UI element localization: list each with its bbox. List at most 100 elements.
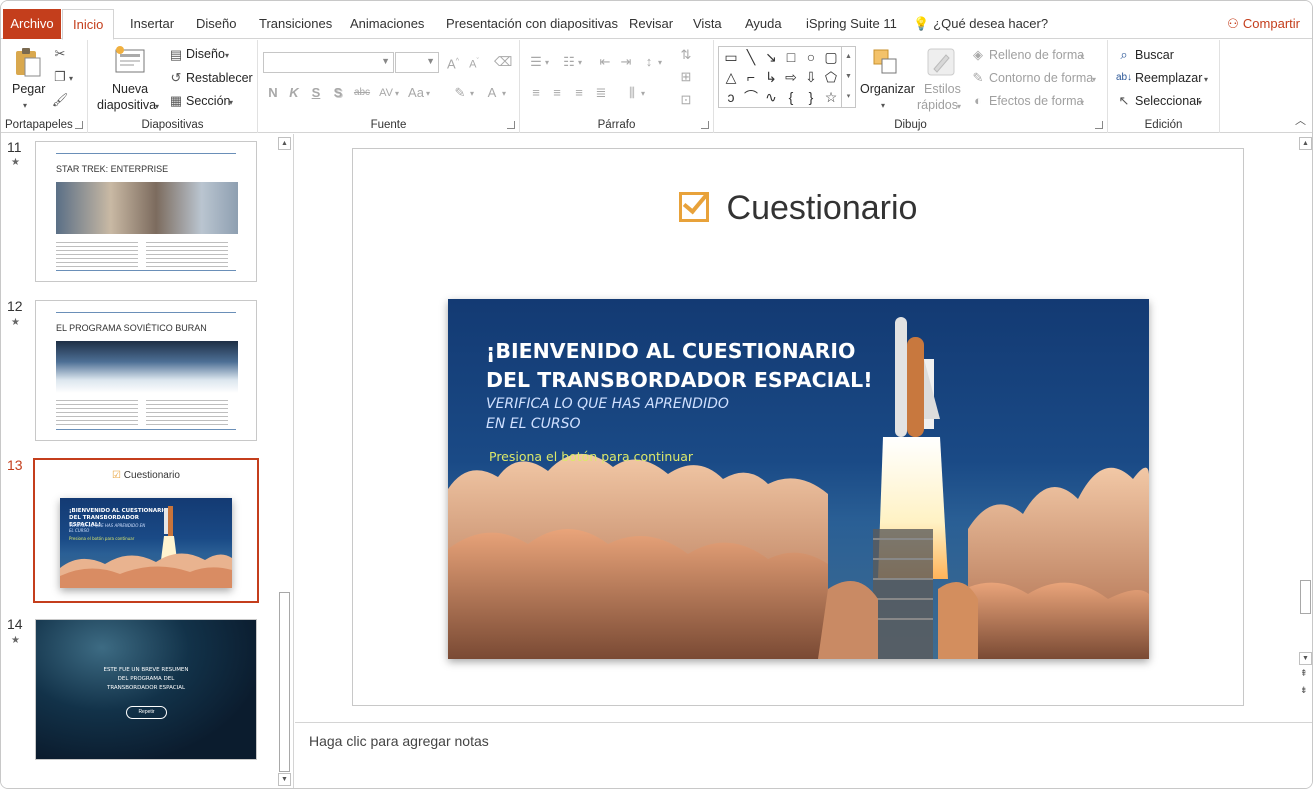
slide-thumbnail-12[interactable]: EL PROGRAMA SOVIÉTICO BURAN: [35, 300, 257, 441]
font-color-dropdown-icon[interactable]: ▾: [502, 86, 506, 102]
change-case-button[interactable]: Aa: [406, 85, 426, 101]
current-slide[interactable]: Cuestionario ¡BIENVENIDO AL CUESTIONARIO…: [352, 148, 1244, 706]
shape-fill-dropdown-icon[interactable]: ▾: [1080, 49, 1084, 65]
copy-dropdown-icon[interactable]: ▾: [69, 71, 73, 87]
gallery-more-icon[interactable]: ▾: [842, 87, 855, 107]
notes-placeholder[interactable]: Haga clic para agregar notas: [309, 733, 489, 749]
paragraph-launcher-icon[interactable]: [701, 121, 709, 129]
tab-animations[interactable]: Animaciones: [350, 1, 424, 39]
thumbnails-scrollbar[interactable]: ▲ ▼: [276, 134, 293, 788]
elbow-arrow-shape-icon[interactable]: ↳: [761, 67, 781, 87]
effects-icon[interactable]: ◐: [970, 93, 986, 109]
quick-styles-dropdown-icon[interactable]: ▾: [957, 99, 961, 115]
replace-icon[interactable]: ab↓: [1114, 70, 1134, 86]
tab-design[interactable]: Diseño: [196, 1, 236, 39]
shape-outline-button[interactable]: Contorno de forma: [989, 71, 1093, 85]
tab-insert[interactable]: Insertar: [130, 1, 174, 39]
editor-scroll-down-icon[interactable]: ▼: [1299, 652, 1312, 665]
layout-icon[interactable]: ▤: [168, 47, 184, 63]
textbox-shape-icon[interactable]: ▭: [721, 47, 741, 67]
font-size-dropdown-icon[interactable]: ▼: [426, 56, 435, 66]
cursor-icon[interactable]: ↖: [1116, 93, 1132, 109]
shapes-gallery[interactable]: ▭ ╲ ↘ □ ○ ▢ △ ⌐ ↳ ⇨ ⇩ ⬠ ↄ ⌒ ∿ { } ☆ ▲ ▼ …: [718, 46, 856, 108]
previous-slide-icon[interactable]: ⇞: [1300, 668, 1308, 679]
arrange-button[interactable]: Organizar: [860, 82, 915, 96]
font-family-dropdown-icon[interactable]: ▼: [381, 56, 390, 66]
tab-help[interactable]: Ayuda: [745, 1, 782, 39]
font-family-combo[interactable]: ▼: [263, 52, 394, 73]
replace-button[interactable]: Reemplazar: [1135, 71, 1202, 85]
new-slide-dropdown-icon[interactable]: ▾: [155, 99, 159, 115]
line-spacing-icon[interactable]: ↕: [640, 54, 658, 70]
decrease-indent-icon[interactable]: ⇤: [596, 54, 614, 70]
gallery-down-icon[interactable]: ▼: [842, 67, 855, 87]
new-slide-line1[interactable]: Nueva: [112, 82, 148, 96]
align-right-icon[interactable]: ≡: [570, 85, 588, 101]
shape-outline-dropdown-icon[interactable]: ▾: [1092, 72, 1096, 88]
editor-scroll-thumb[interactable]: [1300, 580, 1311, 614]
underline-button[interactable]: S: [309, 85, 323, 101]
select-button[interactable]: Seleccionar: [1135, 94, 1200, 108]
char-spacing-dropdown-icon[interactable]: ▾: [395, 86, 399, 102]
curve-shape-icon[interactable]: ∿: [761, 87, 781, 107]
select-dropdown-icon[interactable]: ▾: [1198, 95, 1202, 111]
grow-font-icon[interactable]: A^: [444, 54, 462, 72]
align-left-icon[interactable]: ≡: [527, 85, 545, 101]
quiz-banner-image[interactable]: ¡BIENVENIDO AL CUESTIONARIO DEL TRANSBOR…: [448, 299, 1149, 659]
section-button[interactable]: Sección: [186, 94, 230, 108]
layout-dropdown-icon[interactable]: ▾: [225, 48, 229, 64]
rectangle-shape-icon[interactable]: □: [781, 47, 801, 67]
format-painter-icon[interactable]: 🖌: [51, 92, 69, 108]
oval-shape-icon[interactable]: ○: [801, 47, 821, 67]
layout-button[interactable]: Diseño: [186, 47, 225, 61]
shape-effects-dropdown-icon[interactable]: ▾: [1080, 95, 1084, 111]
section-dropdown-icon[interactable]: ▾: [229, 95, 233, 111]
paste-button[interactable]: Pegar: [12, 82, 45, 96]
tab-view[interactable]: Vista: [693, 1, 722, 39]
new-slide-icon[interactable]: [114, 46, 146, 78]
drawing-launcher-icon[interactable]: [1095, 121, 1103, 129]
arrange-icon[interactable]: [871, 47, 899, 77]
pentagon-shape-icon[interactable]: ⬠: [821, 67, 841, 87]
arrow-line-shape-icon[interactable]: ↘: [761, 47, 781, 67]
columns-icon[interactable]: ⫼: [623, 85, 641, 101]
tab-slideshow[interactable]: Presentación con diapositivas: [446, 1, 618, 39]
copy-icon[interactable]: ❐: [51, 69, 69, 85]
line-spacing-dropdown-icon[interactable]: ▾: [658, 55, 662, 71]
arrange-dropdown-icon[interactable]: ▾: [881, 98, 885, 114]
increase-indent-icon[interactable]: ⇥: [617, 54, 635, 70]
rounded-rect-shape-icon[interactable]: ▢: [821, 47, 841, 67]
tab-review[interactable]: Revisar: [629, 1, 673, 39]
down-arrow-shape-icon[interactable]: ⇩: [801, 67, 821, 87]
scroll-up-icon[interactable]: ▲: [278, 137, 291, 150]
gallery-scroll[interactable]: ▲ ▼ ▾: [841, 47, 855, 107]
tell-me-box[interactable]: 💡 ¿Qué desea hacer?: [913, 1, 1048, 39]
replace-dropdown-icon[interactable]: ▾: [1204, 72, 1208, 88]
quick-styles-line2[interactable]: rápidos: [917, 98, 958, 112]
line-shape-icon[interactable]: ╲: [741, 47, 761, 67]
gallery-up-icon[interactable]: ▲: [842, 47, 855, 67]
tab-transitions[interactable]: Transiciones: [259, 1, 332, 39]
notes-pane[interactable]: Haga clic para agregar notas: [295, 722, 1312, 788]
align-text-icon[interactable]: ⊞: [677, 69, 695, 85]
numbering-icon[interactable]: ☷: [560, 54, 578, 70]
bullets-dropdown-icon[interactable]: ▾: [545, 55, 549, 71]
strikethrough-button[interactable]: abc: [351, 85, 373, 101]
elbow-connector-shape-icon[interactable]: ⌐: [741, 67, 761, 87]
left-brace-shape-icon[interactable]: {: [781, 87, 801, 107]
numbering-dropdown-icon[interactable]: ▾: [578, 55, 582, 71]
slide-thumbnail-11[interactable]: STAR TREK: ENTERPRISE: [35, 141, 257, 282]
star-shape-icon[interactable]: ☆: [821, 87, 841, 107]
reset-button[interactable]: Restablecer: [186, 71, 253, 85]
editor-scrollbar[interactable]: ▲ ▼ ⇞ ⇟: [1297, 134, 1312, 722]
find-icon[interactable]: ⌕: [1116, 47, 1132, 63]
collapse-ribbon-icon[interactable]: ︿: [1295, 112, 1306, 128]
columns-dropdown-icon[interactable]: ▾: [641, 86, 645, 102]
shadow-button[interactable]: S: [331, 85, 345, 101]
scroll-down-icon[interactable]: ▼: [278, 773, 291, 786]
bold-button[interactable]: N: [266, 85, 280, 101]
paste-icon[interactable]: [13, 46, 43, 78]
arc-shape-icon[interactable]: ⌒: [741, 87, 761, 107]
cut-icon[interactable]: ✂: [51, 46, 69, 62]
tab-ispring[interactable]: iSpring Suite 11: [806, 1, 897, 39]
